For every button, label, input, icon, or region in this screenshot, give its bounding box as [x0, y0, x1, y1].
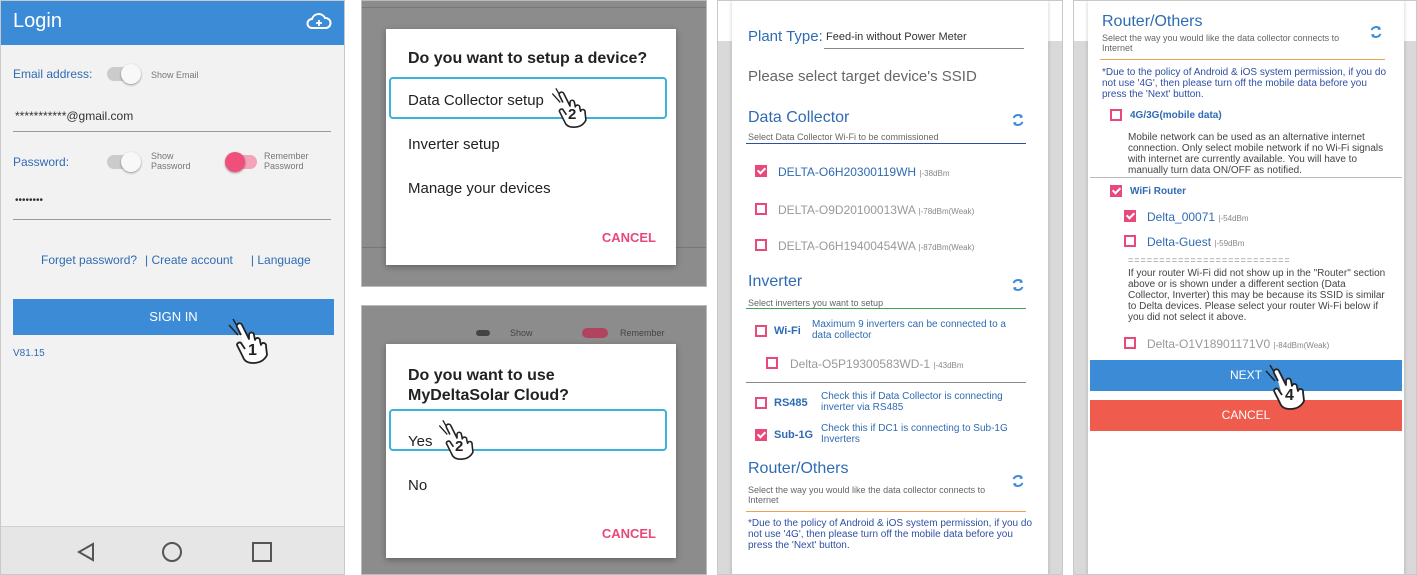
dc-item-3[interactable]: DELTA-O6H19400454WA |-87dBm(Weak): [778, 239, 974, 253]
plant-type-label: Plant Type:: [748, 28, 823, 45]
refresh-icon[interactable]: [1369, 25, 1383, 39]
bg-remember-label: Remember: [620, 328, 665, 338]
cloud-dialog: Do you want to use MyDeltaSolar Cloud? Y…: [386, 344, 676, 558]
wifi-inverter-item[interactable]: Delta-O5P19300583WD-1 |-43dBm: [790, 357, 964, 371]
cancel-button[interactable]: CANCEL: [1090, 400, 1402, 431]
router-checkbox-1[interactable]: [1124, 210, 1136, 222]
data-collector-subtitle: Select Data Collector Wi-Fi to be commis…: [748, 132, 939, 142]
home-icon[interactable]: [161, 541, 183, 563]
router-hint: If your router Wi-Fi did not show up in …: [1128, 268, 1386, 323]
setup-cancel-button[interactable]: CANCEL: [602, 230, 656, 245]
wifi-label: Wi-Fi: [774, 325, 801, 337]
router-selection-screen: Router/Others Select the way you would l…: [1073, 0, 1417, 575]
password-label: Password:: [13, 155, 70, 169]
setup-dialog: Do you want to setup a device? Data Coll…: [386, 29, 676, 265]
login-header: Login: [1, 1, 344, 45]
cloud-icon[interactable]: [306, 11, 332, 31]
mobile-data-label: 4G/3G(mobile data): [1130, 110, 1222, 121]
step-number: 2: [455, 438, 464, 455]
android-nav-bar: [1, 526, 344, 574]
router-item-1[interactable]: Delta_00071 |-54dBm: [1147, 210, 1249, 224]
remember-password-label: Remember Password: [264, 151, 309, 171]
create-account-link[interactable]: | Create account: [145, 253, 233, 267]
inverter-setup-option[interactable]: Inverter setup: [408, 136, 500, 153]
router-title: Router/Others: [1102, 13, 1203, 30]
rs485-checkbox[interactable]: [755, 397, 767, 409]
password-field[interactable]: ••••••••: [15, 195, 43, 206]
other-router-checkbox[interactable]: [1124, 337, 1136, 349]
login-title: Login: [13, 10, 62, 32]
show-email-toggle[interactable]: [107, 64, 141, 84]
sub1g-label: Sub-1G: [774, 429, 814, 441]
mobile-data-note: *Due to the policy of Android & iOS syst…: [748, 518, 1033, 551]
sub1g-checkbox[interactable]: [755, 429, 767, 441]
cloud-dialog-screen: Show Remember Do you want to use MyDelta…: [361, 305, 707, 575]
recents-icon[interactable]: [251, 541, 273, 563]
remember-password-toggle[interactable]: [225, 152, 257, 172]
sign-in-button[interactable]: SIGN IN: [13, 299, 334, 335]
wifi-inverter-checkbox[interactable]: [766, 357, 778, 369]
router-subtitle: Select the way you would like the data c…: [748, 485, 986, 505]
data-collector-title: Data Collector: [748, 109, 850, 126]
wifi-router-checkbox[interactable]: [1110, 185, 1122, 197]
bg-show-label: Show: [510, 328, 533, 338]
login-links: Forget password? | Create account | Langua…: [41, 253, 319, 267]
language-link[interactable]: | Language: [251, 253, 311, 267]
setup-dialog-screen: Do you want to setup a device? Data Coll…: [361, 0, 707, 287]
dc-item-2[interactable]: DELTA-O9D20100013WA |-78dBm(Weak): [778, 203, 974, 217]
inverter-title: Inverter: [748, 273, 803, 290]
wifi-router-label: WiFi Router: [1130, 186, 1187, 197]
inverter-subtitle: Select inverters you want to setup: [748, 298, 884, 308]
router-title: Router/Others: [748, 460, 849, 477]
manage-devices-option[interactable]: Manage your devices: [408, 180, 551, 197]
highlight-box: [389, 409, 667, 451]
separator: ==========================: [1128, 255, 1291, 265]
router-checkbox-2[interactable]: [1124, 235, 1136, 247]
rs485-label: RS485: [774, 397, 808, 409]
mobile-data-note: *Due to the policy of Android & iOS syst…: [1102, 67, 1387, 100]
dialogs-column: Do you want to setup a device? Data Coll…: [361, 0, 707, 575]
plant-type-value[interactable]: Feed-in without Power Meter: [826, 31, 967, 43]
login-screen: Login Email address: Show Email ********…: [0, 0, 345, 575]
step-number: 1: [248, 342, 257, 359]
cloud-cancel-button[interactable]: CANCEL: [602, 526, 656, 541]
cloud-question: Do you want to use MyDeltaSolar Cloud?: [408, 367, 569, 404]
no-option[interactable]: No: [408, 477, 427, 494]
wifi-checkbox[interactable]: [755, 325, 767, 337]
router-item-2[interactable]: Delta-Guest |-59dBm: [1147, 235, 1244, 249]
highlight-box: [389, 77, 667, 119]
ssid-selection-screen: Plant Type: Feed-in without Power Meter …: [717, 0, 1063, 575]
forget-password-link[interactable]: Forget password?: [41, 253, 137, 267]
back-icon[interactable]: [75, 541, 97, 563]
refresh-icon[interactable]: [1011, 474, 1025, 488]
show-password-toggle[interactable]: [107, 152, 141, 172]
show-password-label: Show Password: [151, 151, 191, 171]
dc-item-1[interactable]: DELTA-O6H20300119WH |-38dBm: [778, 165, 950, 179]
wifi-description: Maximum 9 inverters can be connected to …: [812, 319, 1006, 341]
dc-checkbox-3[interactable]: [755, 239, 767, 251]
sub1g-description: Check this if DC1 is connecting to Sub-1…: [821, 423, 1008, 445]
next-button[interactable]: NEXT: [1090, 360, 1402, 391]
other-router-item[interactable]: Delta-O1V18901171V0 |-84dBm(Weak): [1147, 337, 1329, 351]
email-label: Email address:: [13, 67, 93, 81]
dc-checkbox-1[interactable]: [755, 165, 767, 177]
step-number: 2: [568, 106, 577, 123]
select-ssid-prompt: Please select target device's SSID: [748, 68, 977, 85]
mobile-data-description: Mobile network can be used as an alterna…: [1128, 132, 1384, 176]
version-label: V81.15: [13, 348, 45, 359]
rs485-description: Check this if Data Collector is connecti…: [821, 391, 1003, 413]
dc-checkbox-2[interactable]: [755, 203, 767, 215]
email-field[interactable]: ***********@gmail.com: [15, 109, 133, 123]
show-email-label: Show Email: [151, 70, 199, 80]
step-number: 4: [1285, 387, 1294, 404]
router-subtitle: Select the way you would like the data c…: [1102, 33, 1340, 53]
refresh-icon[interactable]: [1011, 278, 1025, 292]
mobile-data-checkbox[interactable]: [1110, 109, 1122, 121]
setup-question: Do you want to setup a device?: [408, 50, 648, 67]
refresh-icon[interactable]: [1011, 113, 1025, 127]
